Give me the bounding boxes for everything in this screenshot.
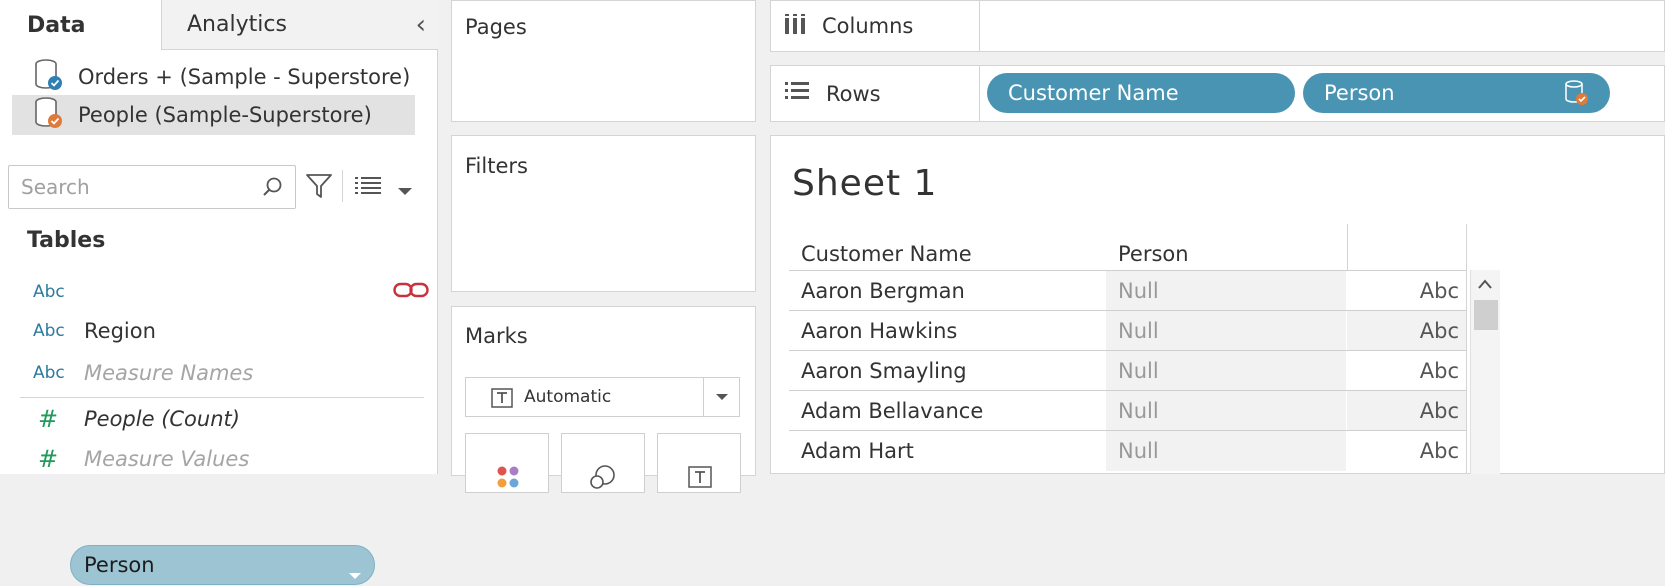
cell-abc: Abc xyxy=(1419,279,1459,303)
field-people-count[interactable]: # People (Count) xyxy=(0,400,438,438)
label-icon xyxy=(688,466,712,488)
chevron-up-icon[interactable] xyxy=(1477,275,1493,294)
chevron-down-icon[interactable] xyxy=(348,562,362,586)
table-row[interactable]: Aaron Bergman Null Abc xyxy=(789,270,1467,311)
rows-icon xyxy=(784,81,810,106)
color-icon xyxy=(497,466,519,488)
cell-abc: Abc xyxy=(1419,359,1459,383)
tables-heading: Tables xyxy=(27,228,106,253)
data-source-name: People (Sample-Superstore) xyxy=(78,103,372,127)
collapse-pane-icon[interactable]: ‹ xyxy=(416,10,426,40)
chevron-down-icon[interactable] xyxy=(397,182,413,201)
size-icon xyxy=(590,465,615,489)
field-label: Measure Values xyxy=(84,447,250,471)
rows-pill-customer-name[interactable]: Customer Name xyxy=(987,73,1295,113)
marks-card: Marks Automatic xyxy=(451,306,756,493)
columns-label: Columns xyxy=(822,14,914,38)
toolbar-separator xyxy=(342,170,343,202)
number-type-icon: # xyxy=(38,445,59,473)
color-button[interactable] xyxy=(465,433,549,493)
number-type-icon: # xyxy=(38,405,59,433)
table-row[interactable]: Adam Hart Null Abc xyxy=(789,430,1467,471)
cell-customer-name: Aaron Bergman xyxy=(801,279,965,303)
columns-shelf[interactable] xyxy=(979,0,1665,52)
field-pill-selected[interactable]: Person xyxy=(70,545,375,585)
rows-label: Rows xyxy=(826,81,881,106)
column-header-customer-name[interactable]: Customer Name xyxy=(801,230,1091,270)
vertical-scrollbar[interactable] xyxy=(1470,270,1500,474)
table-row[interactable]: Aaron Hawkins Null Abc xyxy=(789,310,1467,351)
field-measure-names[interactable]: Abc Measure Names xyxy=(0,354,438,392)
chevron-down-icon[interactable] xyxy=(703,378,739,416)
cell-person: Null xyxy=(1106,391,1346,431)
cell-customer-name: Aaron Hawkins xyxy=(801,319,958,343)
size-button[interactable] xyxy=(561,433,645,493)
cell-customer-name: Aaron Smayling xyxy=(801,359,967,383)
columns-shelf-label: Columns xyxy=(770,0,980,52)
sheet-title: Sheet 1 xyxy=(792,163,938,204)
cell-person: Null xyxy=(1106,311,1346,351)
label-button[interactable] xyxy=(657,433,741,493)
filters-card[interactable]: Filters xyxy=(451,135,756,292)
data-source-orders[interactable]: Orders + (Sample - Superstore) xyxy=(12,57,415,97)
field-label: People (Count) xyxy=(84,407,240,431)
string-type-icon: Abc xyxy=(33,282,65,302)
filter-icon[interactable] xyxy=(305,172,333,204)
cell-abc: Abc xyxy=(1419,439,1459,463)
string-type-icon: Abc xyxy=(33,321,65,341)
table-row[interactable]: Adam Bellavance Null Abc xyxy=(789,390,1467,431)
table-right-border xyxy=(1466,224,1467,474)
filters-title: Filters xyxy=(465,154,528,178)
field-label: Person xyxy=(84,553,155,577)
cell-abc: Abc xyxy=(1347,311,1467,351)
database-icon xyxy=(34,58,68,97)
header-divider xyxy=(1347,224,1348,270)
search-input[interactable]: Search xyxy=(8,165,296,209)
secondary-source-icon xyxy=(1564,79,1590,112)
cell-customer-name: Adam Hart xyxy=(801,439,914,463)
field-label: Region xyxy=(84,319,156,343)
cell-customer-name: Adam Bellavance xyxy=(801,399,984,423)
marks-title: Marks xyxy=(465,324,528,348)
mark-type-select[interactable]: Automatic xyxy=(465,377,740,417)
link-icon xyxy=(393,281,429,303)
cell-person: Null xyxy=(1106,271,1346,311)
field-region[interactable]: Abc Region xyxy=(0,312,438,350)
pill-label: Person xyxy=(1324,81,1395,105)
string-type-icon: Abc xyxy=(33,363,65,383)
cell-abc: Abc xyxy=(1347,391,1467,431)
mark-type-label: Automatic xyxy=(524,387,612,407)
data-source-name: Orders + (Sample - Superstore) xyxy=(78,65,411,89)
cell-person: Null xyxy=(1106,351,1346,391)
scroll-thumb[interactable] xyxy=(1474,300,1498,330)
text-mark-icon xyxy=(491,388,513,413)
data-pane: Data Analytics ‹ Orders + (Sample - Supe… xyxy=(0,0,438,585)
tab-analytics-label: Analytics xyxy=(187,12,287,37)
data-source-people[interactable]: People (Sample-Superstore) xyxy=(12,95,415,135)
rows-pill-person[interactable]: Person xyxy=(1303,73,1610,113)
table-row[interactable]: Aaron Smayling Null Abc xyxy=(789,350,1467,391)
search-placeholder: Search xyxy=(21,175,90,199)
rows-shelf-label: Rows xyxy=(770,65,980,122)
pages-card[interactable]: Pages xyxy=(451,0,756,122)
worksheet-view: Sheet 1 Customer Name Person Aaron Bergm… xyxy=(770,135,1665,474)
field-measure-values[interactable]: # Measure Values xyxy=(0,440,438,478)
column-header-person[interactable]: Person xyxy=(1118,230,1338,270)
tab-analytics[interactable]: Analytics ‹ xyxy=(161,0,438,50)
search-icon[interactable] xyxy=(261,176,283,203)
cell-person: Null xyxy=(1106,431,1346,471)
field-label: Measure Names xyxy=(84,361,254,385)
database-icon xyxy=(34,96,68,135)
field-person[interactable]: Abc Person xyxy=(0,273,438,585)
view-list-icon[interactable] xyxy=(354,175,382,199)
dimension-measure-divider xyxy=(20,397,424,398)
pages-title: Pages xyxy=(465,15,527,39)
tab-data[interactable]: Data xyxy=(0,0,162,50)
columns-icon xyxy=(784,13,806,40)
